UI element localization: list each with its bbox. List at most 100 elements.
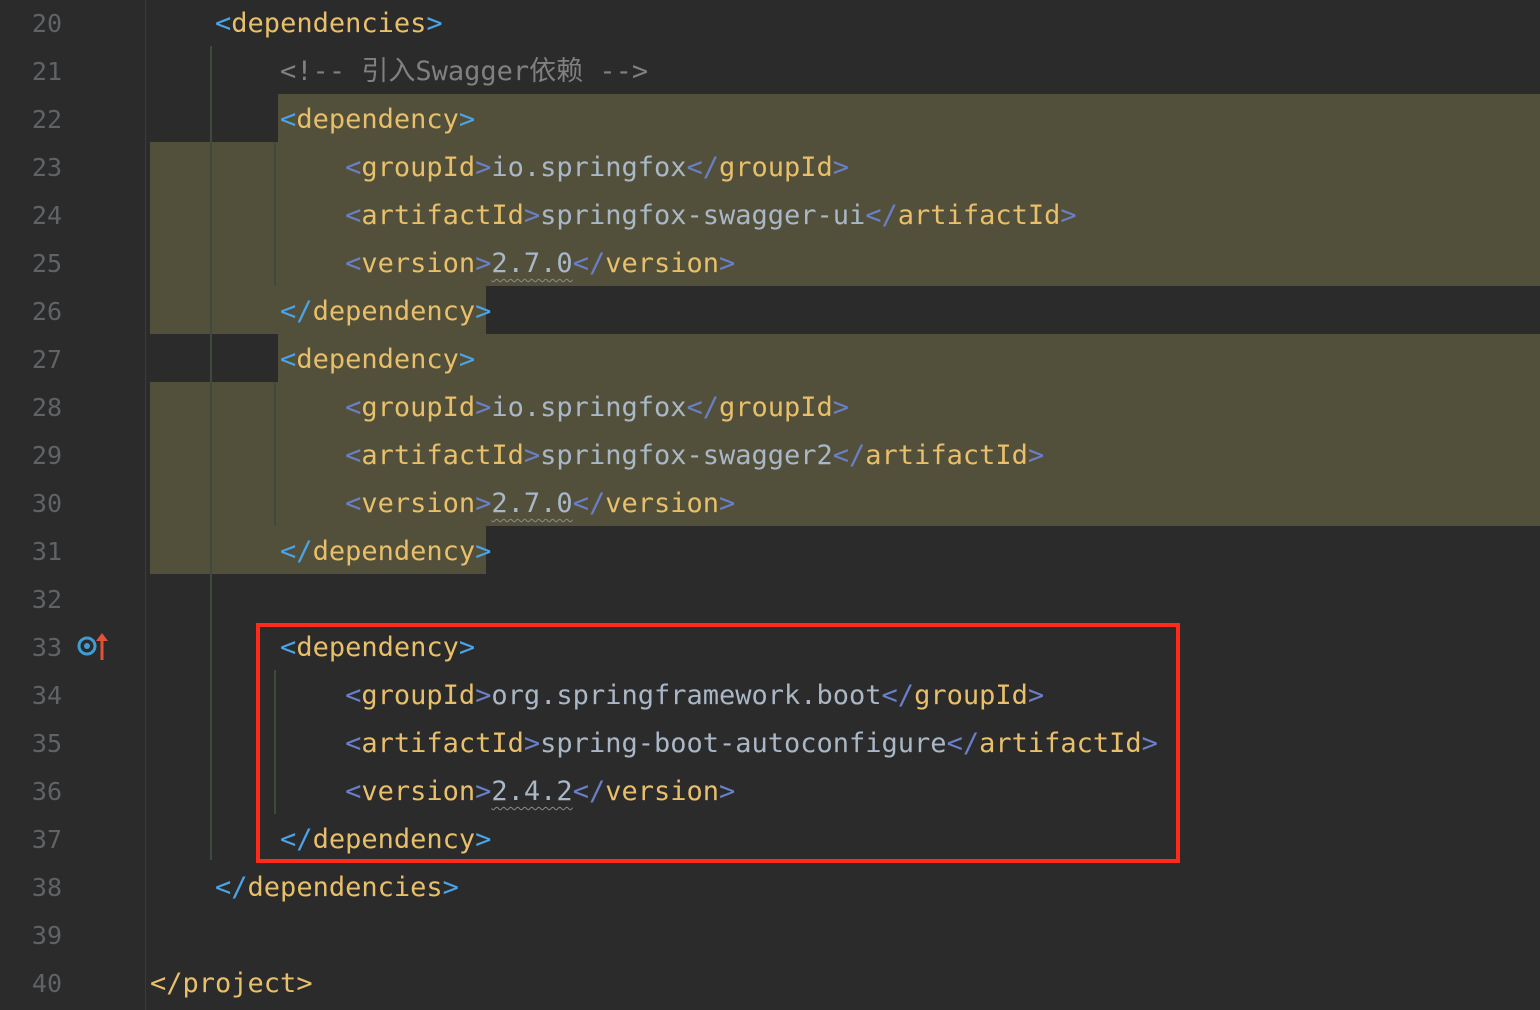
xml-bracket: </ (215, 872, 248, 903)
code-line[interactable]: </dependency> (150, 288, 491, 336)
xml-tag-name: groupId (361, 392, 476, 423)
xml-bracket: </ (572, 248, 606, 279)
line-number: 40 (31, 969, 62, 998)
line-number: 20 (31, 9, 62, 38)
xml-bracket: > (426, 8, 443, 39)
code-line[interactable]: <groupId>io.springfox</groupId> (150, 384, 849, 432)
line-number: 33 (31, 633, 62, 662)
xml-bracket: </ (832, 440, 866, 471)
line-number: 28 (31, 393, 62, 422)
xml-tag-name: version (361, 248, 476, 279)
line-number: 30 (31, 489, 62, 518)
xml-tag-name: dependencies (247, 872, 443, 903)
xml-bracket: > (475, 392, 492, 423)
xml-bracket: > (523, 200, 541, 231)
xml-bracket: < (345, 248, 362, 279)
xml-bracket: < (345, 488, 362, 519)
xml-bracket: </ (280, 296, 313, 327)
line-number: 23 (31, 153, 62, 182)
code-line[interactable]: <artifactId>springfox-swagger2</artifact… (150, 432, 1044, 480)
xml-bracket: < (345, 392, 362, 423)
xml-tag-name: artifactId (361, 200, 524, 231)
xml-tag-name: version (361, 488, 476, 519)
xml-text-value-warning[interactable]: 2.7.0 (491, 248, 572, 279)
xml-text-value: io.springfox (491, 392, 687, 423)
code-line[interactable]: </dependency> (150, 528, 491, 576)
line-number: 22 (31, 105, 62, 134)
xml-text-value: io.springfox (491, 152, 687, 183)
xml-tag-name: artifactId (361, 440, 524, 471)
xml-bracket: > (1027, 440, 1045, 471)
code-line[interactable]: <dependency> (150, 96, 475, 144)
line-number: 37 (31, 825, 62, 854)
xml-bracket: > (1060, 200, 1077, 231)
line-number: 25 (31, 249, 62, 278)
xml-text-value: springfox-swagger-ui (540, 200, 866, 231)
xml-text-value: springfox-swagger2 (540, 440, 833, 471)
line-number: 24 (31, 201, 62, 230)
code-line[interactable]: <groupId>io.springfox</groupId> (150, 144, 849, 192)
line-number: 35 (31, 729, 62, 758)
gutter-icon-group[interactable] (76, 628, 110, 664)
xml-bracket: </ (280, 536, 313, 567)
xml-tag-name: artifactId (865, 440, 1028, 471)
code-line[interactable]: </dependencies> (150, 864, 459, 912)
xml-tag-name: dependency (312, 536, 476, 567)
xml-bracket: > (475, 488, 492, 519)
line-number: 38 (31, 873, 62, 902)
xml-bracket: < (280, 104, 297, 135)
xml-tag-name: dependency (296, 344, 459, 375)
line-number: 31 (31, 537, 62, 566)
xml-bracket: > (719, 488, 736, 519)
code-line[interactable]: <dependencies> (150, 0, 443, 48)
xml-bracket: > (832, 392, 850, 423)
xml-bracket: </ (686, 392, 719, 423)
code-line[interactable]: <!-- 引入Swagger依赖 --> (150, 48, 648, 96)
xml-bracket: > (458, 344, 476, 375)
line-number: 34 (31, 681, 62, 710)
code-line[interactable]: <version>2.7.0</version> (150, 480, 735, 528)
xml-bracket: > (475, 248, 492, 279)
xml-tag-name: version (605, 248, 719, 279)
line-number: 29 (31, 441, 62, 470)
line-number: 21 (31, 57, 62, 86)
line-number: 39 (31, 921, 62, 950)
xml-bracket: < (280, 344, 297, 375)
line-number: 27 (31, 345, 62, 374)
xml-bracket: < (215, 8, 232, 39)
xml-tag-name: dependency (312, 296, 476, 327)
code-line[interactable]: <dependency> (150, 336, 475, 384)
xml-bracket: > (475, 152, 492, 183)
xml-bracket: > (475, 536, 492, 567)
code-line[interactable]: <artifactId>springfox-swagger-ui</artifa… (150, 192, 1077, 240)
xml-tag-name: dependency (296, 104, 459, 135)
line-number: 36 (31, 777, 62, 806)
line-number-gutter[interactable]: 20 21 22 23 24 25 26 27 28 29 30 31 32 3… (0, 0, 146, 1010)
xml-bracket: </ (150, 968, 183, 999)
code-line[interactable]: <version>2.7.0</version> (150, 240, 735, 288)
xml-bracket: > (523, 440, 541, 471)
xml-bracket: > (296, 968, 313, 999)
line-number: 26 (31, 297, 62, 326)
xml-bracket: < (345, 200, 362, 231)
xml-tag-name: groupId (719, 392, 833, 423)
navigate-up-arrow-icon[interactable] (96, 633, 108, 660)
xml-bracket: > (458, 104, 476, 135)
spring-bean-target-icon[interactable] (76, 628, 110, 664)
line-number: 32 (31, 585, 62, 614)
xml-tag-name: artifactId (897, 200, 1061, 231)
xml-tag-name: groupId (719, 152, 833, 183)
xml-tag-name: project (182, 968, 297, 999)
xml-tag-name: version (605, 488, 719, 519)
xml-bracket: > (719, 248, 736, 279)
xml-bracket: </ (686, 152, 719, 183)
xml-comment: <!-- 引入Swagger依赖 --> (280, 56, 649, 87)
xml-bracket: > (475, 296, 492, 327)
xml-bracket: < (345, 152, 362, 183)
xml-tag-name: groupId (361, 152, 476, 183)
annotation-highlight-box (256, 623, 1180, 863)
xml-text-value-warning[interactable]: 2.7.0 (491, 488, 572, 519)
xml-tag-name: dependencies (231, 8, 427, 39)
code-line[interactable]: </project> (150, 960, 313, 1008)
xml-bracket: </ (572, 488, 606, 519)
